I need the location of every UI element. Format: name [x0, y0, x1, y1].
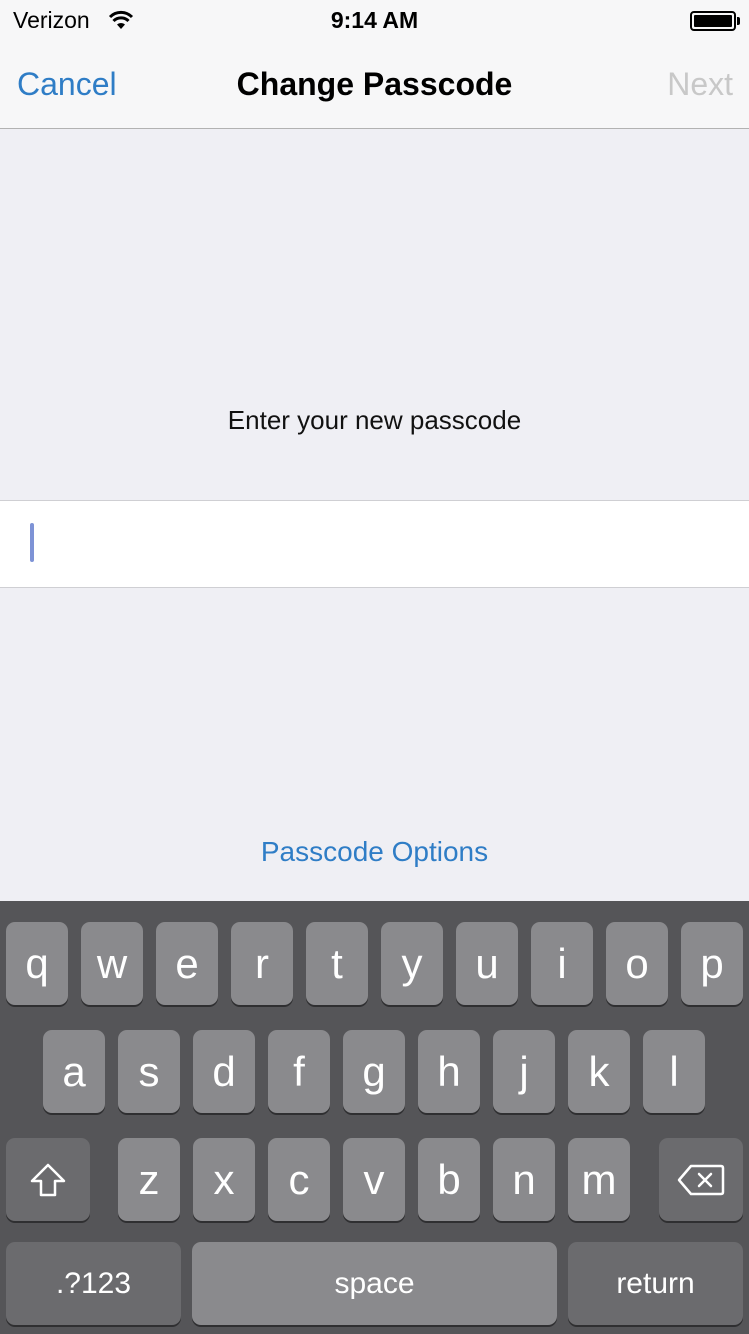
key-l[interactable]: l [643, 1030, 705, 1113]
key-z[interactable]: z [118, 1138, 180, 1221]
delete-icon [677, 1164, 725, 1195]
passcode-input[interactable] [0, 500, 749, 588]
key-d[interactable]: d [193, 1030, 255, 1113]
key-o[interactable]: o [606, 922, 668, 1005]
passcode-prompt: Enter your new passcode [227, 405, 522, 435]
status-bar: Verizon 9:14 AM [0, 0, 749, 40]
key-u[interactable]: u [456, 922, 518, 1005]
return-key[interactable]: return [568, 1242, 743, 1325]
key-y[interactable]: y [381, 922, 443, 1005]
key-s[interactable]: s [118, 1030, 180, 1113]
text-caret [30, 523, 34, 562]
key-m[interactable]: m [568, 1138, 630, 1221]
passcode-options-container: Passcode Options [0, 836, 749, 868]
keyboard: .?123 space return qwertyuiop asdfghjkl zx… [0, 901, 749, 1334]
key-i[interactable]: i [531, 922, 593, 1005]
shift-icon [30, 1163, 66, 1196]
key-k[interactable]: k [568, 1030, 630, 1113]
key-x[interactable]: x [193, 1138, 255, 1221]
next-button[interactable]: Next [667, 66, 733, 103]
key-n[interactable]: n [493, 1138, 555, 1221]
numbers-key[interactable]: .?123 [6, 1242, 181, 1325]
battery-tip [737, 17, 740, 25]
cancel-button[interactable]: Cancel [17, 66, 117, 103]
key-q[interactable]: q [6, 922, 68, 1005]
key-j[interactable]: j [493, 1030, 555, 1113]
space-key[interactable]: space [192, 1242, 557, 1325]
delete-key[interactable] [659, 1138, 743, 1221]
key-t[interactable]: t [306, 922, 368, 1005]
key-a[interactable]: a [43, 1030, 105, 1113]
key-e[interactable]: e [156, 922, 218, 1005]
key-f[interactable]: f [268, 1030, 330, 1113]
key-c[interactable]: c [268, 1138, 330, 1221]
key-w[interactable]: w [81, 922, 143, 1005]
shift-key[interactable] [6, 1138, 90, 1221]
key-h[interactable]: h [418, 1030, 480, 1113]
key-v[interactable]: v [343, 1138, 405, 1221]
key-p[interactable]: p [681, 922, 743, 1005]
navigation-bar: Cancel Change Passcode Next [0, 40, 749, 129]
passcode-options-link[interactable]: Passcode Options [261, 836, 488, 867]
key-g[interactable]: g [343, 1030, 405, 1113]
battery-icon [690, 11, 736, 31]
key-r[interactable]: r [231, 922, 293, 1005]
key-b[interactable]: b [418, 1138, 480, 1221]
status-time: 9:14 AM [330, 7, 419, 33]
